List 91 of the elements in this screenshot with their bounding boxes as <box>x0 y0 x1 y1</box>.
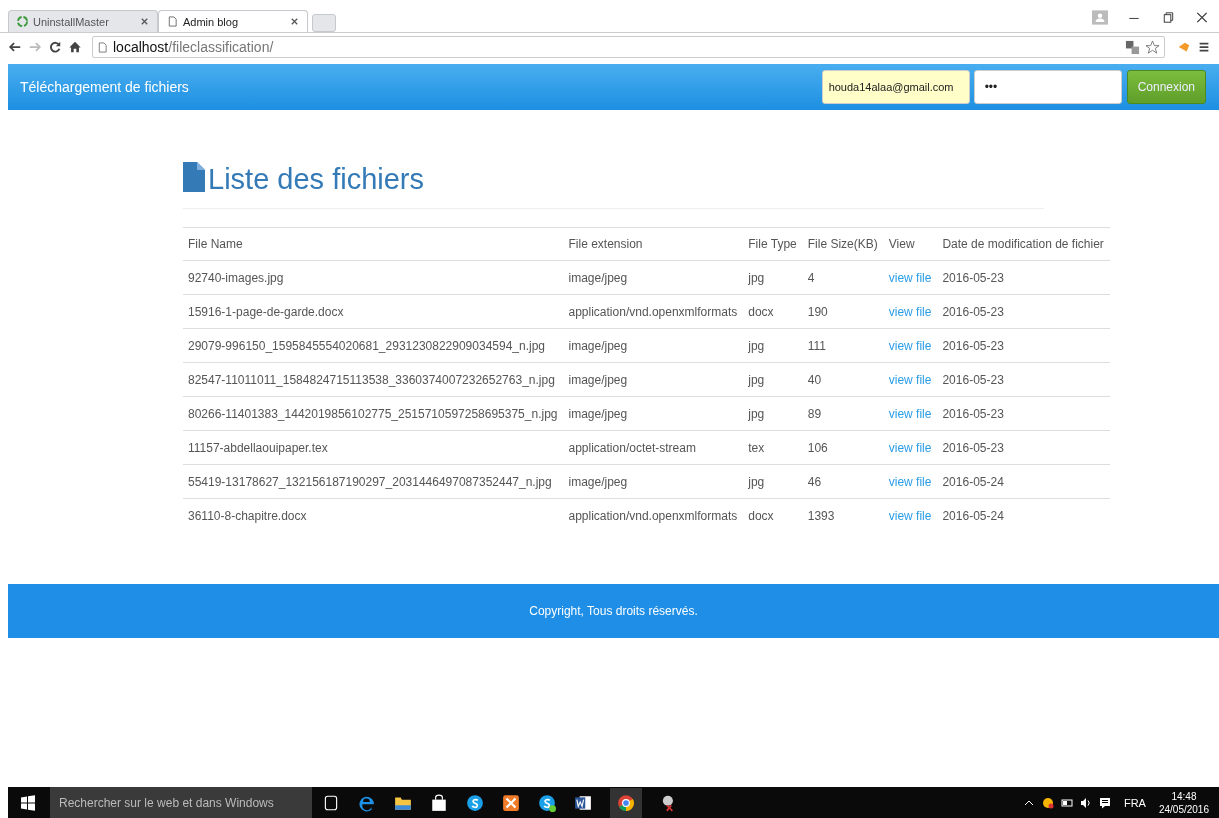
table-cell: 2016-05-24 <box>937 498 1110 532</box>
view-file-link[interactable]: view file <box>888 270 932 285</box>
login-button[interactable]: Connexion <box>1126 70 1206 104</box>
table-cell: 2016-05-23 <box>937 396 1110 431</box>
language-indicator[interactable]: FRA <box>1123 796 1146 809</box>
table-cell: 55419-13178627_132156187190297_2031446497087352447_n.jpg <box>183 464 564 499</box>
table-cell: jpg <box>743 396 803 431</box>
column-header: View <box>883 227 938 261</box>
column-header: File extension <box>563 227 744 261</box>
table-cell: jpg <box>743 328 803 363</box>
search-field[interactable]: Rechercher sur le web et dans Windows <box>50 787 312 818</box>
battery-icon[interactable] <box>1060 796 1073 809</box>
page-title: Liste des fichiers <box>208 163 424 196</box>
table-cell: 36110-8-chapitre.docx <box>183 498 564 532</box>
table-cell: 82547-11011011_1584824715113538_3360374007232652763_n.jpg <box>183 362 564 397</box>
table-cell: 4 <box>802 260 884 295</box>
store-icon[interactable] <box>430 793 448 812</box>
skype-icon[interactable] <box>466 793 484 812</box>
clock-date[interactable]: 24/05/2016 <box>1158 802 1209 816</box>
table-cell: 80266-11401383_1442019856102775_2515710597258695375_n.jpg <box>183 396 564 431</box>
table-cell: 89 <box>802 396 884 431</box>
table-cell: 2016-05-23 <box>937 260 1110 295</box>
table-cell: application/vnd.openxmlformats <box>563 498 744 532</box>
password-field[interactable]: ••• <box>973 70 1122 104</box>
view-file-link[interactable]: view file <box>888 508 932 523</box>
table-cell: 2016-05-23 <box>937 294 1110 329</box>
view-file-link[interactable]: view file <box>888 372 932 387</box>
email-field[interactable]: houda14alaa@gmail.com <box>821 70 970 104</box>
column-header: File Name <box>183 227 564 261</box>
column-header: Date de modification de fichier <box>937 227 1110 261</box>
table-cell: image/jpeg <box>563 260 744 295</box>
table-cell: tex <box>743 430 803 465</box>
table-cell: 92740-images.jpg <box>183 260 564 295</box>
reload-icon[interactable] <box>48 40 62 54</box>
address-field[interactable]: localhost/fileclassification/ <box>92 36 1165 58</box>
table-cell: image/jpeg <box>563 396 744 431</box>
back-icon[interactable] <box>8 40 22 54</box>
table-cell: application/vnd.openxmlformats <box>563 294 744 329</box>
table-cell: jpg <box>743 362 803 397</box>
page-icon <box>167 16 178 27</box>
table-cell: image/jpeg <box>563 362 744 397</box>
table-cell: 2016-05-23 <box>937 362 1110 397</box>
clock-time[interactable]: 14:48 <box>1171 789 1197 803</box>
table-cell: jpg <box>743 260 803 295</box>
home-icon[interactable] <box>68 40 82 54</box>
speaker-icon[interactable] <box>1079 796 1092 809</box>
notification-icon[interactable] <box>1098 796 1111 809</box>
copyright-text: Copyright, Tous droits réservés. <box>529 604 698 618</box>
table-cell: 40 <box>802 362 884 397</box>
browser-tab[interactable]: Admin blog <box>158 10 308 32</box>
table-cell: 1393 <box>802 498 884 532</box>
table-cell: 29079-996150_1595845554020681_2931230822909034594_n.jpg <box>183 328 564 363</box>
table-cell: jpg <box>743 464 803 499</box>
table-cell: 190 <box>802 294 884 329</box>
table-cell: 106 <box>802 430 884 465</box>
url-text: localhost/fileclassification/ <box>113 39 274 55</box>
table-cell: 15916-1-page-de-garde.docx <box>183 294 564 329</box>
column-header: File Type <box>743 227 803 261</box>
table-cell: 111 <box>802 328 884 363</box>
view-file-link[interactable]: view file <box>888 474 932 489</box>
close-icon[interactable] <box>290 17 299 26</box>
table-cell: application/octet-stream <box>563 430 744 465</box>
menu-icon[interactable] <box>1197 40 1211 54</box>
close-icon[interactable] <box>140 17 149 26</box>
view-file-link[interactable]: view file <box>888 440 932 455</box>
task-view-icon[interactable] <box>322 793 340 812</box>
xampp-icon[interactable] <box>502 793 520 812</box>
table-cell: image/jpeg <box>563 464 744 499</box>
translate-icon[interactable] <box>1125 39 1140 55</box>
brand-title[interactable]: Téléchargement de fichiers <box>20 79 189 95</box>
page-icon <box>97 41 108 53</box>
view-file-link[interactable]: view file <box>888 304 932 319</box>
table-cell: docx <box>743 294 803 329</box>
document-icon <box>183 162 205 192</box>
table-cell: 2016-05-23 <box>937 328 1110 363</box>
table-cell: 2016-05-23 <box>937 430 1110 465</box>
browser-tab[interactable]: UninstallMaster <box>8 10 158 32</box>
view-file-link[interactable]: view file <box>888 406 932 421</box>
windows-logo-icon[interactable] <box>20 794 36 811</box>
table-cell: 46 <box>802 464 884 499</box>
column-header: File Size(KB) <box>802 227 884 261</box>
star-icon[interactable] <box>1145 39 1160 55</box>
skype-icon[interactable] <box>538 793 556 812</box>
view-file-link[interactable]: view file <box>888 338 932 353</box>
table-cell: 2016-05-24 <box>937 464 1110 499</box>
recycle-icon <box>17 16 28 27</box>
table-cell: docx <box>743 498 803 532</box>
table-cell: 11157-abdellaouipaper.tex <box>183 430 564 465</box>
table-cell: image/jpeg <box>563 328 744 363</box>
chrome-icon[interactable] <box>617 793 635 812</box>
word-icon[interactable] <box>574 793 592 812</box>
